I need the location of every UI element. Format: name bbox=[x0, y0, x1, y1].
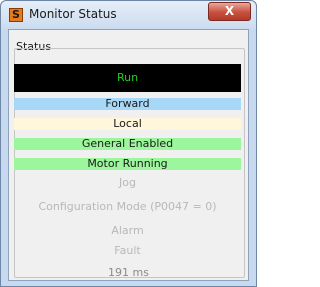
window-title: Monitor Status bbox=[29, 7, 117, 21]
monitor-status-window: S Monitor Status X Status Run Forward Lo… bbox=[0, 0, 257, 287]
close-button[interactable]: X bbox=[208, 2, 251, 21]
alarm-indicator: Alarm bbox=[111, 224, 144, 237]
title-bar[interactable]: S Monitor Status X bbox=[1, 1, 256, 29]
configuration-mode-indicator: Configuration Mode (P0047 = 0) bbox=[38, 200, 217, 213]
app-icon: S bbox=[9, 8, 23, 22]
window-client-area: Status Run Forward Local General Enabled… bbox=[8, 29, 249, 281]
fault-indicator: Fault bbox=[114, 244, 141, 257]
run-indicator: Run bbox=[14, 64, 241, 92]
general-enabled-indicator: General Enabled bbox=[14, 138, 241, 150]
forward-indicator: Forward bbox=[14, 98, 241, 110]
refresh-time-label: 191 ms bbox=[108, 266, 149, 279]
jog-indicator: Jog bbox=[119, 176, 136, 189]
motor-running-indicator: Motor Running bbox=[14, 158, 241, 170]
local-indicator: Local bbox=[14, 118, 241, 130]
